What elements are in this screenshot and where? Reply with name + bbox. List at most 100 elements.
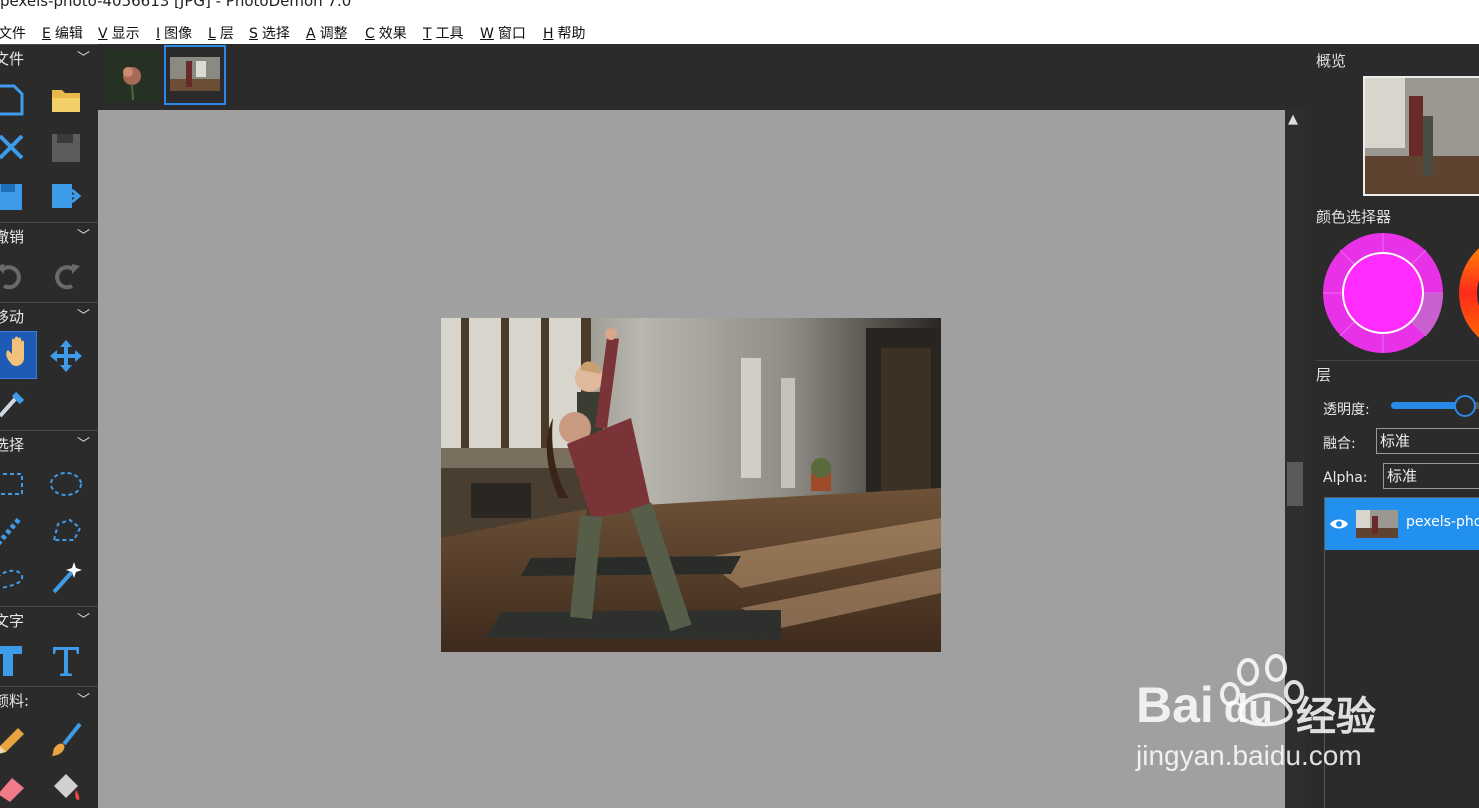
color-wheel-primary[interactable]: [1322, 232, 1444, 354]
main-image-yoga-photo: [441, 318, 941, 652]
section-header-text[interactable]: 文字 ﹀: [0, 606, 98, 633]
redo-icon: [55, 264, 80, 290]
layer-name: pexels-photo-4056613: [1406, 514, 1479, 530]
hand-tool-button[interactable]: [0, 331, 37, 379]
menu-layer[interactable]: L层: [208, 23, 234, 43]
menu-view[interactable]: V 显示: [98, 23, 140, 43]
rect-select-button[interactable]: [0, 464, 26, 504]
eraser-icon: [0, 778, 24, 802]
move-icon: [50, 340, 82, 372]
watermark-url: jingyan.baidu.com: [1136, 740, 1362, 771]
text-tool-button[interactable]: [0, 640, 26, 680]
flower-thumbnail-image: [106, 50, 158, 102]
section-header-undo[interactable]: 撤销 ﹀: [0, 222, 98, 249]
baidu-jingyan-watermark: Bai du 经验 jingyan.baidu.com: [1130, 650, 1410, 780]
color-picker-tool-button[interactable]: [0, 384, 30, 424]
image-tab-thumbnail[interactable]: [106, 50, 158, 102]
save-as-button[interactable]: [0, 176, 28, 216]
eye-visibility-icon[interactable]: [1329, 517, 1349, 531]
folder-icon: [52, 90, 80, 112]
alpha-mode-select[interactable]: 标准: [1383, 463, 1479, 489]
lasso-select-button[interactable]: [0, 558, 26, 598]
eraser-tool-button[interactable]: [0, 766, 28, 806]
paintbrush-icon: [52, 722, 82, 756]
menu-image[interactable]: I 图像: [156, 23, 192, 43]
color-wheel-secondary[interactable]: [1457, 232, 1479, 354]
layer-thumbnail: [1356, 510, 1398, 538]
section-header-select[interactable]: 选择 ﹀: [0, 430, 98, 457]
polygon-select-icon: [52, 518, 82, 541]
watermark-cn: 经验: [1296, 694, 1376, 740]
overview-title: 概览: [1316, 52, 1347, 70]
ellipse-select-icon: [50, 472, 82, 496]
layer-row[interactable]: pexels-photo-4056613: [1325, 498, 1479, 550]
chevron-down-icon: ﹀: [76, 51, 90, 66]
section-header-paint[interactable]: 颜料: ﹀: [0, 686, 98, 713]
save-button[interactable]: [48, 128, 84, 168]
export-icon: [52, 184, 82, 208]
move-tool-button[interactable]: [48, 336, 84, 376]
section-header-move[interactable]: 移动 ﹀: [0, 302, 98, 329]
opacity-slider-handle[interactable]: [1454, 395, 1476, 417]
toolbox: 文件 ﹀ 撤销 ﹀ 移动 ﹀ 选择 ﹀ 文字 ﹀ 颜料: ﹀: [0, 44, 98, 808]
pencil-tool-button[interactable]: [0, 720, 28, 760]
section-header-file[interactable]: 文件 ﹀: [0, 44, 98, 71]
chevron-down-icon: ﹀: [76, 693, 90, 708]
panel-divider: [1315, 360, 1479, 361]
layers-title: 层: [1316, 366, 1332, 384]
hand-icon: [6, 336, 24, 366]
export-button[interactable]: [48, 176, 84, 216]
menu-select[interactable]: S 选择: [249, 23, 290, 43]
color-picker-title: 颜色选择器: [1316, 208, 1392, 226]
text-serif-icon: [53, 647, 79, 676]
new-file-button[interactable]: [0, 80, 28, 120]
chevron-down-icon: ﹀: [76, 613, 90, 628]
line-select-button[interactable]: [0, 510, 26, 550]
opacity-slider-track[interactable]: [1391, 395, 1479, 417]
scrollbar-thumb[interactable]: [1287, 462, 1303, 506]
overview-preview[interactable]: [1363, 76, 1479, 196]
menu-tools[interactable]: T 工具: [423, 23, 464, 43]
menu-file[interactable]: F文件: [0, 23, 26, 43]
magic-wand-button[interactable]: [48, 558, 84, 598]
chevron-down-icon: ﹀: [76, 309, 90, 324]
watermark-brand: Bai du: [1136, 677, 1273, 733]
window-title: pexels-photo-4056613 [JPG] - PhotoDemon …: [0, 0, 352, 10]
paint-bucket-icon: [54, 774, 80, 800]
yoga-thumbnail-image: [166, 47, 224, 103]
chevron-down-icon: ﹀: [76, 229, 90, 244]
text-bold-icon: [0, 646, 22, 676]
pencil-icon: [0, 728, 24, 754]
blend-mode-select[interactable]: 标准: [1376, 428, 1479, 454]
new-file-icon: [0, 84, 24, 116]
title-bar: pexels-photo-4056613 [JPG] - PhotoDemon …: [0, 0, 1479, 20]
menu-edit[interactable]: E 编辑: [42, 23, 83, 43]
undo-button[interactable]: [0, 256, 28, 296]
typography-tool-button[interactable]: [48, 640, 84, 680]
chevron-down-icon: ﹀: [76, 437, 90, 452]
menu-window[interactable]: W 窗口: [480, 23, 526, 43]
menu-effects[interactable]: C 效果: [365, 23, 407, 43]
menu-adjust[interactable]: A 调整: [306, 23, 348, 43]
menu-bar: F文件 E编辑 V显示 I图像 L层 S选择 A调整 C效果 T工具 W窗口 H…: [0, 20, 1479, 44]
polygon-select-button[interactable]: [48, 510, 84, 550]
save-as-icon: [0, 184, 22, 210]
line-select-icon: [0, 516, 22, 546]
brush-tool-button[interactable]: [48, 720, 84, 760]
eyedropper-icon: [0, 391, 25, 418]
opacity-slider-fill: [1391, 402, 1463, 409]
image-tab-thumbnail-active[interactable]: [164, 45, 226, 105]
redo-button[interactable]: [48, 256, 84, 296]
fill-tool-button[interactable]: [48, 766, 84, 806]
blend-label: 融合:: [1323, 436, 1356, 452]
scroll-up-icon[interactable]: ▲: [1288, 112, 1298, 127]
menu-help[interactable]: H 帮助: [543, 23, 586, 43]
open-file-button[interactable]: [48, 80, 84, 120]
ellipse-select-button[interactable]: [48, 464, 84, 504]
image-tabs-strip: [98, 44, 1305, 110]
close-file-button[interactable]: [0, 128, 30, 168]
undo-icon: [0, 264, 21, 290]
opacity-label: 透明度:: [1323, 402, 1370, 418]
canvas-area[interactable]: [98, 110, 1285, 808]
alpha-label: Alpha:: [1323, 470, 1368, 486]
